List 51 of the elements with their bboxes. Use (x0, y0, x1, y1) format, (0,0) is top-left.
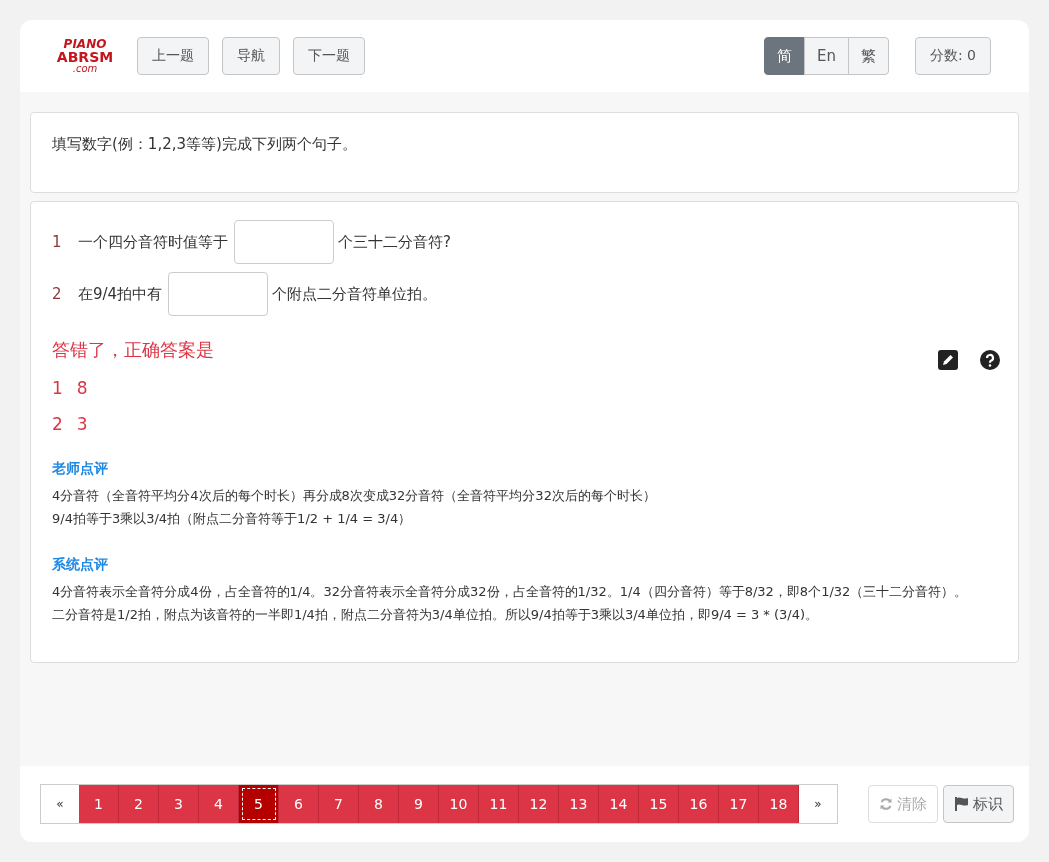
answer-field[interactable] (234, 220, 334, 264)
comment-title: 系统点评 (52, 556, 109, 574)
correct-answer: 8 (76, 378, 88, 398)
score-button[interactable]: 分数: 0 (914, 37, 991, 75)
result-message: 答错了，正确答案是 (52, 338, 214, 362)
page-button[interactable]: 14 (599, 785, 639, 823)
comment-text: 4分音符（全音符平均分4次后的每个时长）再分成8次变成32分音符（全音符平均分32次后的每个时长） (52, 487, 657, 505)
page-button[interactable]: 6 (279, 785, 319, 823)
comment-text: 二分音符是1/2拍，附点为该音符的一半即1/4拍，附点二分音符为3/4单位拍。所以9/4拍等于3乘以3/4单位拍，即9/4 = 3 * (3/4)。 (52, 606, 820, 624)
flag-icon (954, 797, 969, 811)
comment-text: 9/4拍等于3乘以3/4拍（附点二分音符等于1/2 + 1/4 = 3/4） (52, 510, 413, 528)
correct-answer: 3 (76, 414, 88, 434)
page-button[interactable]: 1 (79, 785, 119, 823)
page-button[interactable]: 11 (479, 785, 519, 823)
language-toggle[interactable]: En (803, 37, 849, 75)
page-button[interactable]: 18 (759, 785, 799, 823)
refresh-icon (879, 797, 893, 811)
page-button[interactable]: 4 (199, 785, 239, 823)
page-button[interactable]: 15 (639, 785, 679, 823)
question-text: 一个四分音符时值等于 (78, 232, 228, 252)
logo: PIANO ABRSM .com (56, 38, 114, 74)
page-button[interactable]: 9 (399, 785, 439, 823)
page-button[interactable]: 3 (159, 785, 199, 823)
answer-number: 1 (52, 378, 63, 398)
question-text: 个附点二分音符单位拍。 (272, 284, 438, 304)
answer-field[interactable] (168, 272, 269, 316)
page-button[interactable]: 10 (439, 785, 479, 823)
flag-button[interactable]: 标识 (943, 785, 1014, 823)
page-button[interactable]: 5 (239, 785, 279, 823)
page-button[interactable]: 16 (679, 785, 719, 823)
answer-number: 2 (52, 414, 63, 434)
page-button[interactable]: 13 (559, 785, 599, 823)
page-button[interactable]: 2 (119, 785, 159, 823)
question-number: 1 (52, 233, 63, 251)
instruction-text: 填写数字(例：1,2,3等等)完成下列两个句子。 (52, 135, 357, 153)
question-text: 个三十二分音符? (338, 232, 451, 252)
language-toggle[interactable]: 繁 (847, 37, 889, 75)
page-button[interactable]: 17 (719, 785, 759, 823)
nav-button[interactable]: 上一题 (137, 37, 209, 75)
page-button[interactable]: 7 (319, 785, 359, 823)
question-number: 2 (52, 285, 63, 303)
nav-button[interactable]: 导航 (222, 37, 280, 75)
page-button[interactable]: 8 (359, 785, 399, 823)
language-toggle[interactable]: 简 (763, 37, 805, 75)
comment-title: 老师点评 (52, 460, 109, 478)
question-text: 在9/4拍中有 (78, 284, 163, 304)
nav-button[interactable]: 下一题 (293, 37, 365, 75)
help-icon[interactable] (980, 350, 1000, 370)
edit-icon[interactable] (938, 350, 958, 370)
comment-text: 4分音符表示全音符分成4份，占全音符的1/4。32分音符表示全音符分成32份，占全音符的1/32。1/4（四分音符）等于8/32，即8个1/32（三十二分音符）。 (52, 583, 969, 601)
page-button[interactable]: 12 (519, 785, 559, 823)
